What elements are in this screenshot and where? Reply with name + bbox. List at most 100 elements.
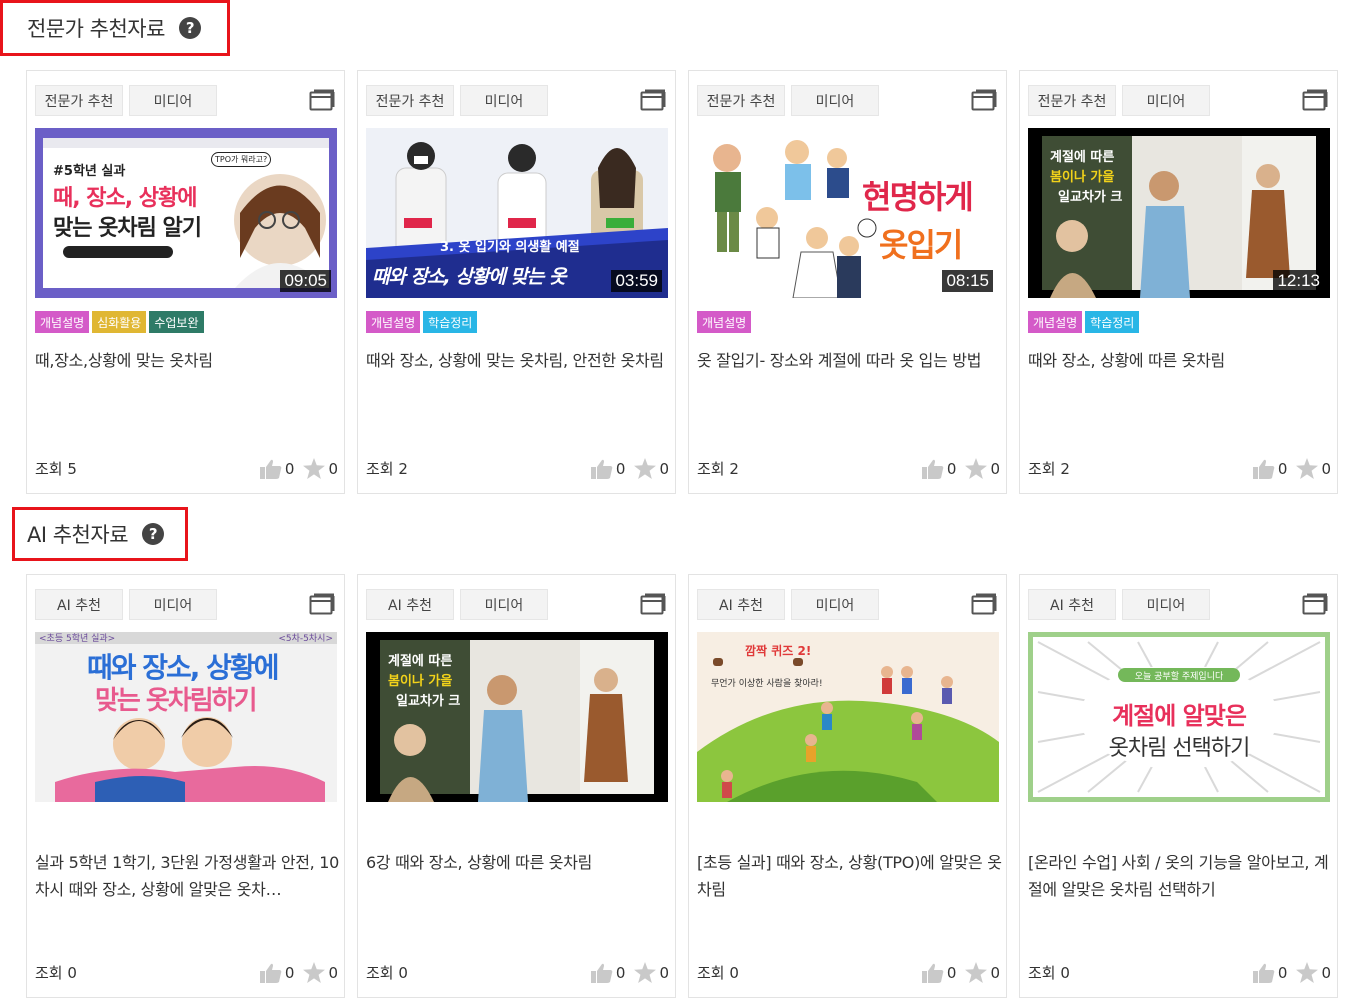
star-icon[interactable] bbox=[965, 458, 988, 479]
media-type-tag: 미디어 bbox=[1122, 589, 1210, 620]
help-icon[interactable]: ? bbox=[178, 17, 201, 39]
media-icon bbox=[1302, 89, 1328, 111]
thumbs-up-icon[interactable] bbox=[921, 459, 944, 479]
video-thumbnail[interactable]: 깜짝 퀴즈 2! 무언가 이상한 사람을 찾아라! bbox=[697, 632, 999, 802]
recommend-type-tag: AI 추천 bbox=[1028, 589, 1116, 620]
content-card[interactable]: AI 추천 미디어 <초등 5학년 실과> <5차-5차시> 때와 장소, 상황… bbox=[26, 574, 345, 998]
video-duration: 12:13 bbox=[1273, 270, 1324, 292]
thumbs-up-icon[interactable] bbox=[1252, 459, 1275, 479]
video-thumbnail[interactable]: 계절에 따른 봄이나 가을 일교차가 크 12:13 bbox=[1028, 128, 1330, 298]
content-card[interactable]: AI 추천 미디어 깜짝 퀴즈 2! 무언가 이상한 사람을 찾아라! [초등 … bbox=[688, 574, 1007, 998]
thumbs-up-icon[interactable] bbox=[259, 459, 282, 479]
thumbs-up-icon[interactable] bbox=[921, 963, 944, 983]
card-title[interactable]: 때와 장소, 상황에 따른 옷차림 bbox=[1028, 347, 1333, 374]
star-icon[interactable] bbox=[303, 962, 326, 983]
thumbnail-caption-3: 일교차가 크 bbox=[396, 694, 461, 709]
recommend-type-tag: AI 추천 bbox=[35, 589, 123, 620]
thumbnail-caption: #5학년 실과 bbox=[53, 164, 126, 179]
view-count: 조회 0 bbox=[35, 964, 77, 982]
media-type-tag: 미디어 bbox=[129, 589, 217, 620]
thumbnail-caption-3: 일교차가 크 bbox=[1058, 190, 1123, 205]
media-icon bbox=[971, 593, 997, 615]
video-duration: 08:15 bbox=[942, 270, 993, 292]
star-icon[interactable] bbox=[1296, 458, 1319, 479]
thumbnail-headline-2: 맞는 옷차림 알기 bbox=[53, 216, 202, 241]
view-count: 조회 5 bbox=[35, 460, 77, 478]
video-thumbnail[interactable]: 현명하게 옷입기 08:15 bbox=[697, 128, 999, 298]
video-thumbnail[interactable]: 3. 옷 입기와 의생활 예절 때와 장소, 상황에 맞는 옷 03:59 bbox=[366, 128, 668, 298]
media-type-tag: 미디어 bbox=[129, 85, 217, 116]
thumbs-up-icon[interactable] bbox=[590, 459, 613, 479]
recommend-type-tag: 전문가 추천 bbox=[697, 85, 785, 116]
media-icon bbox=[309, 593, 335, 615]
star-count: 0 bbox=[659, 459, 669, 478]
star-count: 0 bbox=[659, 963, 669, 982]
thumbnail-headline-2: 맞는 옷차림하기 bbox=[95, 686, 257, 716]
thumbnail-headline-2: 옷입기 bbox=[879, 226, 963, 264]
star-icon[interactable] bbox=[634, 962, 657, 983]
card-title[interactable]: 때와 장소, 상황에 맞는 옷차림, 안전한 옷차림 bbox=[366, 347, 671, 374]
like-count: 0 bbox=[284, 459, 295, 478]
star-count: 0 bbox=[990, 459, 1000, 478]
thumbnail-headline-2: 옷차림 선택하기 bbox=[1108, 736, 1251, 761]
thumbnail-caption-2: 봄이나 가을 bbox=[388, 674, 453, 689]
recommend-type-tag: 전문가 추천 bbox=[35, 85, 123, 116]
content-card[interactable]: 전문가 추천 미디어 현명하게 옷입기 08:15 개념설명 옷 잘입기- 장소… bbox=[688, 70, 1007, 494]
content-card[interactable]: 전문가 추천 미디어 3. 옷 입기와 의생활 예절 때와 장소, 상황에 맞는… bbox=[357, 70, 676, 494]
view-count: 조회 0 bbox=[366, 964, 408, 982]
content-card[interactable]: 전문가 추천 미디어 계절에 따른 봄이나 가을 일교차가 크 12:13 개념… bbox=[1019, 70, 1338, 494]
section-title-text: AI 추천자료 bbox=[27, 523, 129, 547]
card-title[interactable]: 실과 5학년 1학기, 3단원 가정생활과 안전, 10차시 때와 장소, 상황… bbox=[35, 849, 340, 903]
thumbnail-headline: 때, 장소, 상황에 bbox=[53, 186, 197, 211]
like-count: 0 bbox=[1277, 963, 1288, 982]
media-icon bbox=[971, 89, 997, 111]
star-icon[interactable] bbox=[303, 458, 326, 479]
recommend-type-tag: 전문가 추천 bbox=[366, 85, 454, 116]
video-thumbnail[interactable]: #5학년 실과 때, 장소, 상황에 맞는 옷차림 알기 TPO가 뭐라고? 0… bbox=[35, 128, 337, 298]
like-count: 0 bbox=[615, 459, 626, 478]
thumbnail-bubble: TPO가 뭐라고? bbox=[211, 152, 272, 167]
thumbnail-caption-2: <5차-5차시> bbox=[278, 634, 333, 644]
thumbnail-caption-2: 무언가 이상한 사람을 찾아라! bbox=[711, 679, 823, 689]
media-icon bbox=[309, 89, 335, 111]
like-count: 0 bbox=[284, 963, 295, 982]
media-type-tag: 미디어 bbox=[1122, 85, 1210, 116]
media-type-tag: 미디어 bbox=[460, 85, 548, 116]
thumbs-up-icon[interactable] bbox=[1252, 963, 1275, 983]
video-duration: 03:59 bbox=[611, 270, 662, 292]
card-title[interactable]: 6강 때와 장소, 상황에 따른 옷차림 bbox=[366, 849, 671, 876]
content-card[interactable]: 전문가 추천 미디어 #5학년 실과 때, 장소, 상황에 맞는 옷차림 알기 … bbox=[26, 70, 345, 494]
media-type-tag: 미디어 bbox=[460, 589, 548, 620]
content-card[interactable]: AI 추천 미디어 계절에 따른 봄이나 가을 일교차가 크 6강 때와 장소,… bbox=[357, 574, 676, 998]
like-count: 0 bbox=[946, 963, 957, 982]
badge-concept: 개념설명 bbox=[697, 311, 752, 333]
card-title[interactable]: [온라인 수업] 사회 / 옷의 기능을 알아보고, 계절에 알맞은 옷차림 선… bbox=[1028, 849, 1333, 903]
star-count: 0 bbox=[328, 459, 338, 478]
card-title[interactable]: [초등 실과] 때와 장소, 상황(TPO)에 알맞은 옷차림 bbox=[697, 849, 1002, 903]
star-count: 0 bbox=[1321, 963, 1331, 982]
thumbnail-headline: 계절에 알맞은 bbox=[1112, 702, 1247, 730]
badge-advanced: 심화활용 bbox=[92, 311, 147, 333]
star-icon[interactable] bbox=[965, 962, 988, 983]
card-title[interactable]: 옷 잘입기- 장소와 계절에 따라 옷 입는 방법 bbox=[697, 347, 1002, 374]
video-thumbnail[interactable]: 오늘 공부할 주제입니다 계절에 알맞은 옷차림 선택하기 bbox=[1028, 632, 1330, 802]
card-title[interactable]: 때,장소,상황에 맞는 옷차림 bbox=[35, 347, 340, 374]
content-card[interactable]: AI 추천 미디어 오늘 공부할 주제입니다 계절에 알맞은 옷차림 선택하기 … bbox=[1019, 574, 1338, 998]
recommend-type-tag: AI 추천 bbox=[366, 589, 454, 620]
thumbnail-caption: 계절에 따른 bbox=[388, 654, 453, 669]
star-icon[interactable] bbox=[1296, 962, 1319, 983]
help-icon[interactable]: ? bbox=[142, 523, 165, 545]
view-count: 조회 2 bbox=[697, 460, 739, 478]
video-thumbnail[interactable]: 계절에 따른 봄이나 가을 일교차가 크 bbox=[366, 632, 668, 802]
section-title-text: 전문가 추천자료 bbox=[27, 17, 165, 41]
thumbnail-caption-2: 봄이나 가을 bbox=[1050, 170, 1115, 185]
thumbs-up-icon[interactable] bbox=[590, 963, 613, 983]
thumbnail-caption: 오늘 공부할 주제입니다 bbox=[1134, 672, 1224, 682]
recommend-type-tag: AI 추천 bbox=[697, 589, 785, 620]
view-count: 조회 2 bbox=[366, 460, 408, 478]
like-count: 0 bbox=[615, 963, 626, 982]
thumbs-up-icon[interactable] bbox=[259, 963, 282, 983]
view-count: 조회 0 bbox=[697, 964, 739, 982]
star-icon[interactable] bbox=[634, 458, 657, 479]
video-thumbnail[interactable]: <초등 5학년 실과> <5차-5차시> 때와 장소, 상황에 맞는 옷차림하기 bbox=[35, 632, 337, 802]
